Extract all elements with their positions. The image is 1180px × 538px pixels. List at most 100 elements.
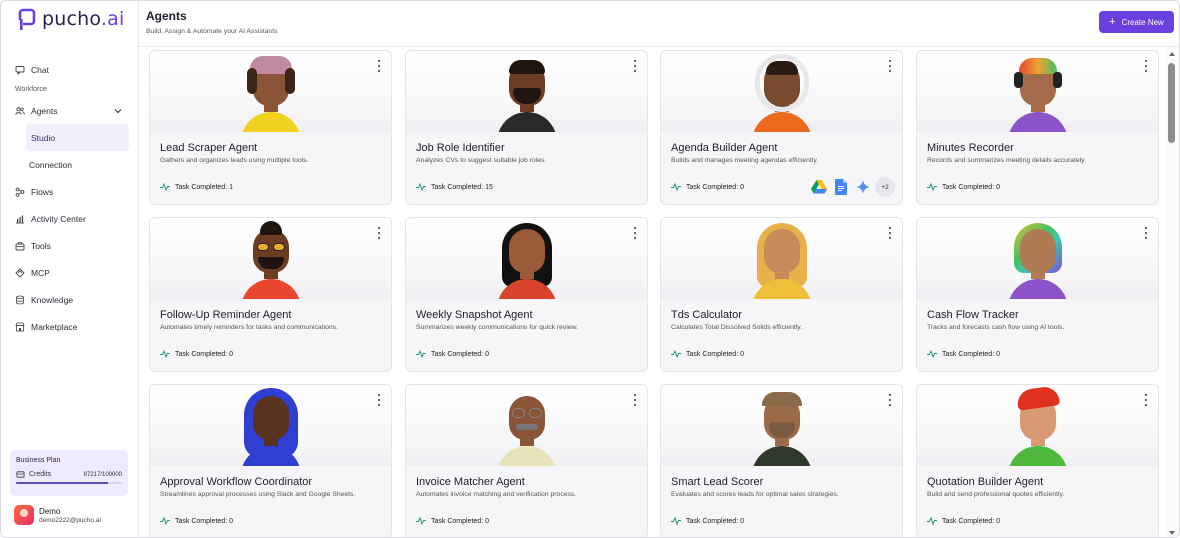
sidebar-item-flows[interactable]: Flows <box>1 178 139 205</box>
task-completed-label: Task Completed: <box>175 350 228 358</box>
task-completed-count: 1 <box>229 183 233 191</box>
sidebar-item-label: Chat <box>31 64 49 75</box>
flows-icon <box>15 187 25 197</box>
sidebar-item-agents[interactable]: Agents <box>1 97 139 124</box>
agent-description: Tracks and forecasts cash flow using AI … <box>927 324 1065 331</box>
credits-label: Credits <box>29 471 52 478</box>
sidebar-item-tools[interactable]: Tools <box>1 232 139 259</box>
agent-name: Invoice Matcher Agent <box>416 476 525 488</box>
agent-avatar <box>661 51 902 132</box>
agent-card[interactable]: Lead Scraper Agent Gathers and organizes… <box>149 50 392 205</box>
activity-icon <box>671 350 681 358</box>
agent-description: Build and send professional quotes effic… <box>927 491 1065 498</box>
google-drive-icon <box>810 178 828 196</box>
user-profile[interactable]: Demo demo2222@pucho.ai <box>14 505 101 525</box>
agent-card[interactable]: Cash Flow Tracker Tracks and forecasts c… <box>916 217 1159 372</box>
task-completed: Task Completed: 0 <box>160 350 233 358</box>
more-options-icon[interactable] <box>376 60 382 72</box>
more-options-icon[interactable] <box>632 394 638 406</box>
more-options-icon[interactable] <box>887 394 893 406</box>
agent-avatar <box>661 218 902 299</box>
activity-icon <box>927 350 937 358</box>
task-completed: Task Completed: 0 <box>671 350 744 358</box>
plan-title: Business Plan <box>16 457 61 464</box>
task-completed: Task Completed: 0 <box>671 517 744 525</box>
agent-card[interactable]: Follow-Up Reminder Agent Automates timel… <box>149 217 392 372</box>
task-completed: Task Completed: 15 <box>416 183 493 191</box>
task-completed-label: Task Completed: <box>686 350 739 358</box>
gemini-icon <box>854 178 872 196</box>
sidebar-item-label: Activity Center <box>31 213 86 224</box>
sidebar-item-activity-center[interactable]: Activity Center <box>1 205 139 232</box>
agent-card[interactable]: Weekly Snapshot Agent Summarizes weekly … <box>405 217 648 372</box>
sidebar-item-label: Knowledge <box>31 294 74 305</box>
more-options-icon[interactable] <box>1143 227 1149 239</box>
brand-name: pucho.ai <box>42 8 125 30</box>
agent-card[interactable]: Agenda Builder Agent Builds and manages … <box>660 50 903 205</box>
chat-icon <box>15 65 25 75</box>
more-tools-badge[interactable]: +2 <box>875 177 895 197</box>
more-options-icon[interactable] <box>887 227 893 239</box>
vertical-scrollbar[interactable] <box>1165 47 1179 537</box>
page-header: Agents Build, Assign & Automate your AI … <box>139 1 1179 47</box>
sidebar-item-studio[interactable]: Studio <box>26 124 129 151</box>
sidebar-item-marketplace[interactable]: Marketplace <box>1 313 139 340</box>
chevron-down-icon[interactable] <box>114 107 122 115</box>
sidebar-item-knowledge[interactable]: Knowledge <box>1 286 139 313</box>
more-options-icon[interactable] <box>1143 394 1149 406</box>
more-options-icon[interactable] <box>376 227 382 239</box>
user-name: Demo <box>39 506 61 516</box>
sidebar-item-connection[interactable]: Connection <box>1 151 139 178</box>
page-title: Agents <box>146 9 187 23</box>
agent-card[interactable]: Smart Lead Scorer Evaluates and scores l… <box>660 384 903 537</box>
scrollbar-thumb[interactable] <box>1168 63 1175 143</box>
users-icon <box>15 106 25 116</box>
mcp-icon <box>15 267 25 278</box>
more-options-icon[interactable] <box>887 60 893 72</box>
agent-name: Lead Scraper Agent <box>160 142 258 154</box>
more-options-icon[interactable] <box>1143 60 1149 72</box>
brand-logo[interactable]: pucho.ai <box>18 7 124 31</box>
activity-icon <box>160 183 170 191</box>
activity-icon <box>160 350 170 358</box>
agent-description: Analyzes CVs to suggest suitable job rol… <box>416 157 547 164</box>
task-completed: Task Completed: 0 <box>927 517 1000 525</box>
task-completed-label: Task Completed: <box>175 183 228 191</box>
logo-icon <box>18 7 40 31</box>
agent-card[interactable]: Minutes Recorder Records and summarizes … <box>916 50 1159 205</box>
agent-avatar-figure <box>747 54 817 132</box>
agent-name: Agenda Builder Agent <box>671 142 778 154</box>
credits-icon <box>16 471 25 478</box>
agent-description: Automates timely reminders for tasks and… <box>160 324 338 331</box>
scroll-up-arrow-icon[interactable] <box>1169 52 1175 56</box>
agent-card[interactable]: Quotation Builder Agent Build and send p… <box>916 384 1159 537</box>
avatar <box>14 505 34 525</box>
sidebar-item-chat[interactable]: Chat <box>1 56 139 83</box>
sidebar-item-mcp[interactable]: MCP <box>1 259 139 286</box>
more-options-icon[interactable] <box>376 394 382 406</box>
more-options-icon[interactable] <box>632 227 638 239</box>
app-window: pucho.ai Chat Workforce Agents Studio Co… <box>0 0 1180 538</box>
agent-description: Calculates Total Dissolved Solids effici… <box>671 324 803 331</box>
agent-card[interactable]: Approval Workflow Coordinator Streamline… <box>149 384 392 537</box>
sidebar-item-label: Connection <box>29 159 73 170</box>
agent-description: Records and summarizes meeting details a… <box>927 157 1086 164</box>
plan-card: Business Plan Credits 87217/100000 <box>10 450 128 496</box>
credits-progress <box>16 482 122 484</box>
agent-card[interactable]: Invoice Matcher Agent Automates invoice … <box>405 384 648 537</box>
agent-name: Cash Flow Tracker <box>927 309 1019 321</box>
activity-icon <box>160 517 170 525</box>
activity-icon <box>671 183 681 191</box>
scroll-down-arrow-icon[interactable] <box>1169 531 1175 535</box>
task-completed-label: Task Completed: <box>431 350 484 358</box>
task-completed-label: Task Completed: <box>942 183 995 191</box>
agent-card[interactable]: Job Role Identifier Analyzes CVs to sugg… <box>405 50 648 205</box>
agent-avatar <box>406 218 647 299</box>
task-completed: Task Completed: 0 <box>927 350 1000 358</box>
agent-avatar-figure <box>492 223 562 299</box>
task-completed: Task Completed: 0 <box>927 183 1000 191</box>
create-new-button[interactable]: + Create New <box>1099 11 1174 33</box>
agent-card[interactable]: Tds Calculator Calculates Total Dissolve… <box>660 217 903 372</box>
more-options-icon[interactable] <box>632 60 638 72</box>
agent-avatar <box>406 51 647 132</box>
